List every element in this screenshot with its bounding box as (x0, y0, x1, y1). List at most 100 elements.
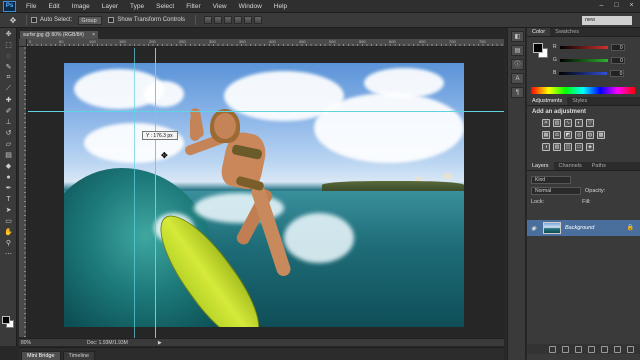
menu-window[interactable]: Window (233, 3, 268, 10)
marquee-tool-icon[interactable]: ⬚ (1, 40, 16, 50)
show-transform-checkbox[interactable] (108, 17, 115, 23)
align-left-icon[interactable] (234, 16, 243, 24)
dodge-tool-icon[interactable]: ● (1, 172, 16, 182)
menu-type[interactable]: Type (124, 3, 150, 10)
type-tool-icon[interactable]: T (1, 194, 16, 204)
tab-styles[interactable]: Styles (567, 97, 592, 105)
photo-filter-icon[interactable]: ◎ (575, 131, 583, 139)
character-panel-icon[interactable]: A (511, 73, 524, 84)
align-right-icon[interactable] (254, 16, 263, 24)
pen-tool-icon[interactable]: ✒ (1, 183, 16, 193)
canvas-area[interactable]: Y : 176.3 px ✥ (28, 48, 504, 338)
new-adjustment-icon[interactable] (588, 345, 595, 353)
clone-stamp-tool-icon[interactable]: ⊥ (1, 117, 16, 127)
hue-saturation-icon[interactable]: ▦ (542, 131, 550, 139)
history-panel-icon[interactable]: ◧ (511, 31, 524, 42)
move-tool-icon[interactable]: ✥ (4, 15, 22, 26)
document-tab[interactable]: surfer.jpg @ 80% (RGB/8#) × (19, 30, 99, 39)
close-tab-icon[interactable]: × (92, 31, 95, 39)
layer-name[interactable]: Background (565, 225, 594, 231)
align-vcenter-icon[interactable] (214, 16, 223, 24)
levels-icon[interactable]: ▥ (553, 119, 561, 127)
menu-image[interactable]: Image (66, 3, 96, 10)
exposure-icon[interactable]: ◐ (575, 119, 583, 127)
align-top-icon[interactable] (204, 16, 213, 24)
brush-tool-icon[interactable]: ✐ (1, 106, 16, 116)
menu-help[interactable]: Help (268, 3, 293, 10)
vertical-guide[interactable] (134, 48, 135, 338)
align-bottom-icon[interactable] (224, 16, 233, 24)
new-group-icon[interactable] (601, 345, 608, 353)
properties-panel-icon[interactable]: ▤ (511, 45, 524, 56)
lasso-tool-icon[interactable]: ◌ (1, 51, 16, 61)
align-hcenter-icon[interactable] (244, 16, 253, 24)
color-lookup-icon[interactable]: ▩ (597, 131, 605, 139)
black-white-icon[interactable]: ◩ (564, 131, 572, 139)
vibrance-icon[interactable]: ▽ (586, 119, 594, 127)
zoom-tool-icon[interactable]: ⚲ (1, 238, 16, 248)
green-slider[interactable] (559, 58, 608, 62)
tab-paths[interactable]: Paths (587, 162, 611, 170)
invert-icon[interactable]: ◑ (542, 143, 550, 151)
tab-color[interactable]: Color (527, 28, 551, 36)
vertical-guide[interactable] (155, 48, 156, 338)
blue-slider-row[interactable]: B 0 (553, 69, 633, 77)
blue-value[interactable]: 0 (610, 69, 625, 77)
shape-tool-icon[interactable]: ▭ (1, 216, 16, 226)
color-spectrum[interactable] (531, 87, 635, 94)
minimize-button[interactable]: – (597, 2, 606, 10)
selective-color-icon[interactable]: ◈ (586, 143, 594, 151)
horizontal-guide[interactable] (28, 111, 504, 112)
path-select-tool-icon[interactable]: ➤ (1, 205, 16, 215)
eraser-tool-icon[interactable]: ▱ (1, 139, 16, 149)
auto-select-checkbox[interactable] (31, 17, 37, 23)
maximize-button[interactable]: □ (612, 2, 621, 10)
layer-background[interactable]: ◉ Background 🔒 (527, 220, 640, 236)
delete-layer-icon[interactable] (627, 345, 634, 353)
blue-slider[interactable] (559, 71, 608, 75)
tab-channels[interactable]: Channels (554, 162, 587, 170)
red-slider[interactable] (559, 45, 608, 49)
menu-view[interactable]: View (207, 3, 233, 10)
foreground-color-swatch[interactable] (2, 316, 10, 324)
tab-adjustments[interactable]: Adjustments (527, 97, 568, 105)
blend-mode-dropdown[interactable]: Normal (531, 186, 581, 195)
tab-timeline[interactable]: Timeline (62, 351, 96, 360)
tab-mini-bridge[interactable]: Mini Bridge (21, 351, 61, 360)
green-slider-row[interactable]: G 0 (553, 56, 633, 64)
curves-icon[interactable]: ∿ (564, 119, 572, 127)
gradient-tool-icon[interactable]: ▤ (1, 150, 16, 160)
color-balance-icon[interactable]: ⚖ (553, 131, 561, 139)
ruler-origin[interactable] (19, 39, 27, 47)
red-value[interactable]: 0 (610, 43, 625, 51)
link-layers-icon[interactable] (549, 345, 556, 353)
new-layer-icon[interactable] (614, 345, 621, 353)
threshold-icon[interactable]: ◫ (564, 143, 572, 151)
posterize-icon[interactable]: ▨ (553, 143, 561, 151)
vertical-ruler[interactable] (19, 47, 27, 337)
gradient-map-icon[interactable]: ▭ (575, 143, 583, 151)
add-mask-icon[interactable] (575, 345, 582, 353)
paragraph-panel-icon[interactable]: ¶ (511, 87, 524, 98)
zoom-level[interactable]: 80% (19, 340, 37, 346)
horizontal-ruler[interactable]: 0 50 100 150 200 250 300 350 400 450 500… (27, 39, 504, 47)
foreground-color-swatch[interactable] (533, 43, 543, 53)
green-value[interactable]: 0 (610, 56, 625, 64)
surfer-photo[interactable] (64, 63, 464, 327)
history-brush-tool-icon[interactable]: ↺ (1, 128, 16, 138)
brightness-icon[interactable]: ☀ (542, 119, 550, 127)
menu-filter[interactable]: Filter (180, 3, 206, 10)
close-button[interactable]: × (627, 2, 636, 10)
status-menu-arrow-icon[interactable]: ▶ (158, 340, 162, 346)
layer-filter-kind[interactable]: Kind (531, 175, 571, 184)
hand-tool-icon[interactable]: ✋ (1, 227, 16, 237)
quick-select-tool-icon[interactable]: ✎ (1, 62, 16, 72)
blur-tool-icon[interactable]: ◆ (1, 161, 16, 171)
channel-mixer-icon[interactable]: ◍ (586, 131, 594, 139)
menu-edit[interactable]: Edit (42, 3, 65, 10)
eyedropper-tool-icon[interactable]: ⟋ (1, 84, 16, 94)
move-tool-icon[interactable]: ✥ (1, 29, 16, 39)
visibility-eye-icon[interactable]: ◉ (531, 225, 539, 232)
crop-tool-icon[interactable]: ⌗ (1, 73, 16, 83)
more-tools-icon[interactable]: ⋯ (1, 249, 16, 259)
